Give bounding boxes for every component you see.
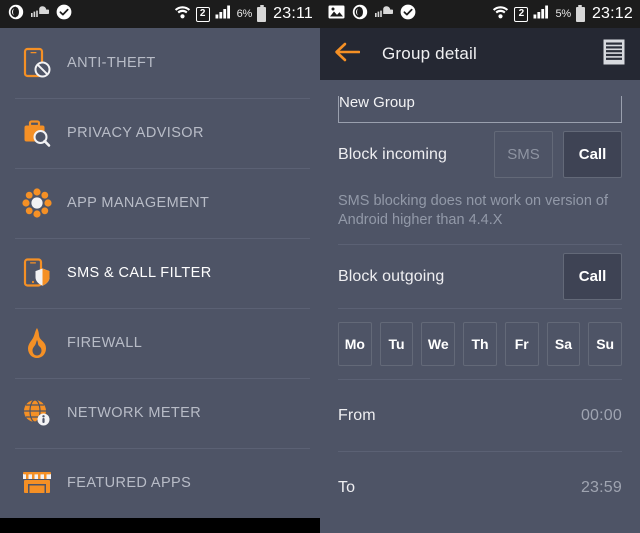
battery-icon [575,4,585,22]
status-bar-notification-icons [8,4,72,25]
sim-indicator: 2 [514,6,529,22]
time-from-value: 00:00 [580,406,622,424]
storefront-icon [16,470,58,496]
sidebar-item-label: PRIVACY ADVISOR [67,125,204,141]
block-incoming-row: Block incoming SMS Call [320,123,640,186]
soundcloud-icon [375,5,394,23]
status-bar-notification-icons [328,4,416,25]
opera-icon [8,4,24,25]
opera-icon [352,4,368,25]
time-to-row[interactable]: To 23:59 [320,452,640,523]
status-bar-right: 2 5% 23:12 [320,0,640,28]
page-title: Group detail [382,44,478,63]
group-name-input[interactable]: New Group [338,95,622,123]
block-incoming-sms-button[interactable]: SMS [494,131,553,178]
signal-bars-icon [215,4,232,24]
sms-blocking-note: SMS blocking does not work on version of… [338,193,608,228]
sidebar-item-anti-theft[interactable]: ANTI-THEFT [0,28,320,98]
check-circle-icon [56,4,72,25]
navigation-drawer-menu: ANTI-THEFT PRIVACY ADVISOR APP MANAGEMEN… [0,28,320,518]
block-outgoing-row: Block outgoing Call [320,245,640,308]
weekday-sa[interactable]: Sa [546,322,581,366]
block-incoming-call-button[interactable]: Call [563,131,622,178]
soundcloud-icon [31,5,50,23]
time-from-label: From [338,406,376,424]
sidebar-item-label: NETWORK METER [67,405,202,421]
sidebar-item-network-meter[interactable]: NETWORK METER [0,378,320,448]
sidebar-item-featured-apps[interactable]: FEATURED APPS [0,448,320,518]
right-screen: 2 5% 23:12 Group detail New Group Block … [320,0,640,533]
gallery-icon [328,5,345,24]
sidebar-item-firewall[interactable]: FIREWALL [0,308,320,378]
status-bar-system-icons: 2 6% 23:11 [174,4,313,25]
time-to-label: To [338,478,356,496]
sidebar-item-privacy-advisor[interactable]: PRIVACY ADVISOR [0,98,320,168]
sidebar-item-label: FIREWALL [67,335,143,351]
sidebar-item-app-management[interactable]: APP MANAGEMENT [0,168,320,238]
battery-percent-label: 6% [236,8,253,20]
block-outgoing-call-button[interactable]: Call [563,253,622,300]
back-arrow-icon[interactable] [334,42,361,67]
list-document-icon[interactable] [602,38,626,71]
battery-percent-label: 5% [555,8,571,20]
block-outgoing-buttons: Call [563,253,622,300]
phone-block-icon [16,47,58,79]
system-navigation-bar [0,518,320,533]
sidebar-item-sms-call-filter[interactable]: SMS & CALL FILTER [0,238,320,308]
time-from-row[interactable]: From 00:00 [320,380,640,451]
status-bar-left: 2 6% 23:11 [0,0,320,28]
left-screen: 2 6% 23:11 ANTI-THEFT PRIVACY ADVISOR AP… [0,0,320,533]
wifi-icon [174,4,191,25]
status-bar-system-icons: 2 5% 23:12 [492,4,633,25]
weekday-fr[interactable]: Fr [504,322,539,366]
phone-shield-icon [16,257,58,289]
weekday-th[interactable]: Th [463,322,497,366]
weekday-we[interactable]: We [421,322,456,366]
check-circle-icon [400,4,416,25]
time-to-value: 23:59 [580,478,622,496]
weekday-selector: Mo Tu We Th Fr Sa Su [320,309,640,379]
status-bar-clock: 23:11 [273,5,313,22]
weekday-mo[interactable]: Mo [338,322,372,366]
sidebar-item-label: APP MANAGEMENT [67,195,210,211]
wifi-icon [492,4,509,25]
app-bar: Group detail [320,28,640,80]
weekday-su[interactable]: Su [588,322,623,366]
group-name-field-wrapper: New Group [320,80,640,123]
weekday-tu[interactable]: Tu [379,322,414,366]
sidebar-item-label: ANTI-THEFT [67,55,156,71]
block-incoming-buttons: SMS Call [494,131,622,178]
sidebar-item-label: FEATURED APPS [67,475,192,491]
sidebar-item-label: SMS & CALL FILTER [67,265,212,281]
block-outgoing-label: Block outgoing [338,267,445,285]
block-incoming-label: Block incoming [338,145,448,163]
briefcase-search-icon [16,117,58,149]
globe-info-icon [16,398,58,428]
flame-icon [16,327,58,359]
apps-burst-icon [16,188,58,218]
battery-icon [257,4,267,22]
sim-indicator: 2 [195,6,210,22]
signal-bars-icon [533,4,550,24]
status-bar-clock: 23:12 [591,5,633,22]
